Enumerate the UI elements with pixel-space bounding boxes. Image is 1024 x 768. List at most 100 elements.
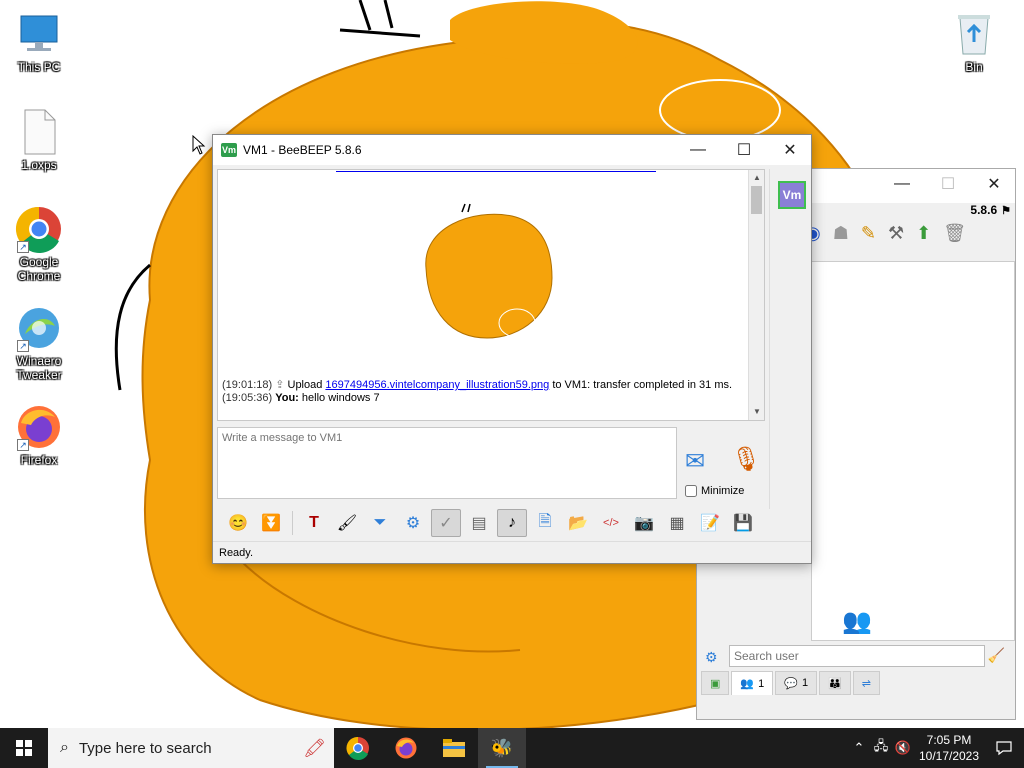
file-link[interactable]: 1697494956.vintelcompany_illustration59.… xyxy=(325,379,549,391)
export-icon[interactable]: 💾 xyxy=(728,509,758,537)
folder-icon xyxy=(443,739,465,757)
minimize-button[interactable]: — xyxy=(879,169,925,199)
collapse-icon[interactable]: ⏬ xyxy=(256,509,286,537)
folder-share-icon[interactable]: ▦ xyxy=(662,509,692,537)
clear-search-icon[interactable]: 🧹 xyxy=(988,647,1005,664)
chevron-up-icon[interactable]: ⌃ xyxy=(848,728,870,768)
desktop-icon-label: Bin xyxy=(965,60,983,74)
chat-toolbar: 😊 ⏬ T 🖌 ⏷ ⚙ ✓ ▤ ♪ 🗎 📂 </> 📷 ▦ 📝 💾 xyxy=(217,507,807,539)
notes-icon[interactable]: 📝 xyxy=(695,509,725,537)
image-preview[interactable] xyxy=(412,198,562,348)
html-icon[interactable]: </> xyxy=(596,509,626,537)
scroll-up-icon[interactable]: ▲ xyxy=(749,170,764,186)
maximize-button[interactable]: ☐ xyxy=(721,135,767,165)
desktop-icon-label: This PC xyxy=(17,60,61,74)
chat-message: (19:01:18) ⇪ Upload 1697494956.vintelcom… xyxy=(222,379,733,391)
desktop-icon-winaero[interactable]: ↗ Winaero Tweaker xyxy=(1,304,77,382)
document-icon xyxy=(15,108,63,156)
minimize-checkbox[interactable] xyxy=(685,485,697,497)
screenshot-icon[interactable]: 📷 xyxy=(629,509,659,537)
microphone-icon[interactable]: 🎙 xyxy=(731,445,761,474)
desktop-icon-chrome[interactable]: ↗ Google Chrome xyxy=(1,205,77,283)
status-bar: Ready. xyxy=(213,541,811,563)
volume-muted-icon[interactable]: 🔇 xyxy=(892,728,914,768)
message-input[interactable] xyxy=(217,427,677,499)
previous-message-fragment xyxy=(336,170,656,172)
send-message-icon[interactable]: ✉ xyxy=(685,447,705,476)
notification-icon xyxy=(996,741,1012,756)
recycle-bin-icon xyxy=(950,10,998,58)
shortcut-arrow-icon: ↗ xyxy=(17,340,29,352)
taskbar-search[interactable]: ⌕ Type here to search 🖍 xyxy=(48,728,334,768)
font-icon[interactable]: T xyxy=(299,509,329,537)
close-button[interactable]: ✕ xyxy=(767,135,813,165)
maximize-button[interactable]: ☐ xyxy=(925,169,971,199)
windows-flag-icon: ⚑ xyxy=(1001,204,1011,217)
groups-icon: 👪 xyxy=(828,677,842,690)
chat-history[interactable]: (19:01:18) ⇪ Upload 1697494956.vintelcom… xyxy=(217,169,765,421)
minimize-option[interactable]: Minimize xyxy=(685,485,744,497)
minimize-button[interactable]: — xyxy=(675,135,721,165)
users-icon: 👥 xyxy=(740,678,755,690)
gear-icon[interactable]: ⚙ xyxy=(705,649,718,666)
winaero-icon: ↗ xyxy=(15,304,63,352)
tab-chats[interactable]: 💬 1 xyxy=(775,671,818,695)
scroll-thumb[interactable] xyxy=(751,186,762,214)
chrome-icon: ↗ xyxy=(15,205,63,253)
users-toolbar: ◉ ☗ ✎ ⚒ ⬆ 🗑 xyxy=(805,223,966,244)
tab-groups[interactable]: 👪 xyxy=(819,671,851,695)
taskbar-firefox[interactable] xyxy=(382,728,430,768)
trash-icon[interactable]: 🗑 xyxy=(943,223,966,244)
close-button[interactable]: ✕ xyxy=(971,169,1017,199)
send-area: ✉ 🎙 Minimize xyxy=(681,427,769,499)
save-chat-icon[interactable]: 🗎 xyxy=(530,509,560,537)
user-avatar[interactable]: Vm xyxy=(778,181,806,209)
autocomplete-icon[interactable]: ▤ xyxy=(464,509,494,537)
windows-logo-icon xyxy=(16,740,32,756)
text-color-icon[interactable]: 🖌 xyxy=(332,509,362,537)
start-button[interactable] xyxy=(0,728,48,768)
scroll-down-icon[interactable]: ▼ xyxy=(749,404,764,420)
filter-icon[interactable]: ⏷ xyxy=(365,509,395,537)
desktop-icon-firefox[interactable]: ↗ Firefox xyxy=(1,403,77,467)
desktop-icon-recycle-bin[interactable]: Bin xyxy=(936,10,1012,74)
clock[interactable]: 7:05 PM 10/17/2023 xyxy=(914,732,984,764)
shortcut-arrow-icon: ↗ xyxy=(17,241,29,253)
chat-members-strip: Vm xyxy=(769,169,811,509)
network-icon: ▣ xyxy=(710,677,721,690)
taskbar-beebeep[interactable]: 🐝 xyxy=(478,728,526,768)
search-user-input[interactable] xyxy=(729,645,985,667)
tab-users[interactable]: 👥 1 xyxy=(731,671,774,695)
users-group-icon: 👥 xyxy=(842,608,872,635)
upload-icon: ⇪ xyxy=(275,379,285,391)
tab-share[interactable]: ⇌ xyxy=(852,671,880,695)
desktop-icon-label: Firefox xyxy=(20,453,58,467)
network-icon[interactable]: 🖧 xyxy=(870,728,892,768)
chat-window-title-bar[interactable]: Vm VM1 - BeeBEEP 5.8.6 — ☐ ✕ xyxy=(213,135,811,165)
emoticons-icon[interactable]: 😊 xyxy=(223,509,253,537)
bee-icon: 🐝 xyxy=(490,737,514,758)
edit-profile-icon[interactable]: ✎ xyxy=(861,223,876,244)
desktop-icon-label: 1.oxps xyxy=(21,158,57,172)
chrome-icon xyxy=(346,736,369,760)
send-file-icon[interactable]: 📂 xyxy=(563,509,593,537)
firefox-icon xyxy=(395,737,417,759)
desktop-icon-oxps-file[interactable]: 1.oxps xyxy=(1,108,77,172)
sound-icon[interactable]: ♪ xyxy=(497,509,527,537)
update-icon[interactable]: ⬆ xyxy=(916,223,931,244)
rooms-icon[interactable]: ☗ xyxy=(833,223,849,244)
taskbar-chrome[interactable] xyxy=(334,728,382,768)
desktop-icon-this-pc[interactable]: This PC xyxy=(1,10,77,74)
chat-scrollbar[interactable]: ▲ ▼ xyxy=(748,170,764,420)
taskbar-file-explorer[interactable] xyxy=(430,728,478,768)
firefox-icon: ↗ xyxy=(15,403,63,451)
chat-settings-icon[interactable]: ⚙ xyxy=(398,509,428,537)
settings-tools-icon[interactable]: ⚒ xyxy=(888,223,904,244)
taskbar: ⌕ Type here to search 🖍 🐝 ⌃ 🖧 🔇 7:05 PM … xyxy=(0,728,1024,768)
tab-network[interactable]: ▣ xyxy=(701,671,730,695)
notification-center-button[interactable] xyxy=(984,728,1024,768)
users-list[interactable]: 👥 xyxy=(811,261,1015,641)
app-icon: Vm xyxy=(221,143,237,157)
spellcheck-icon[interactable]: ✓ xyxy=(431,509,461,537)
chat-message: (19:05:36) You: hello windows 7 xyxy=(222,392,380,404)
